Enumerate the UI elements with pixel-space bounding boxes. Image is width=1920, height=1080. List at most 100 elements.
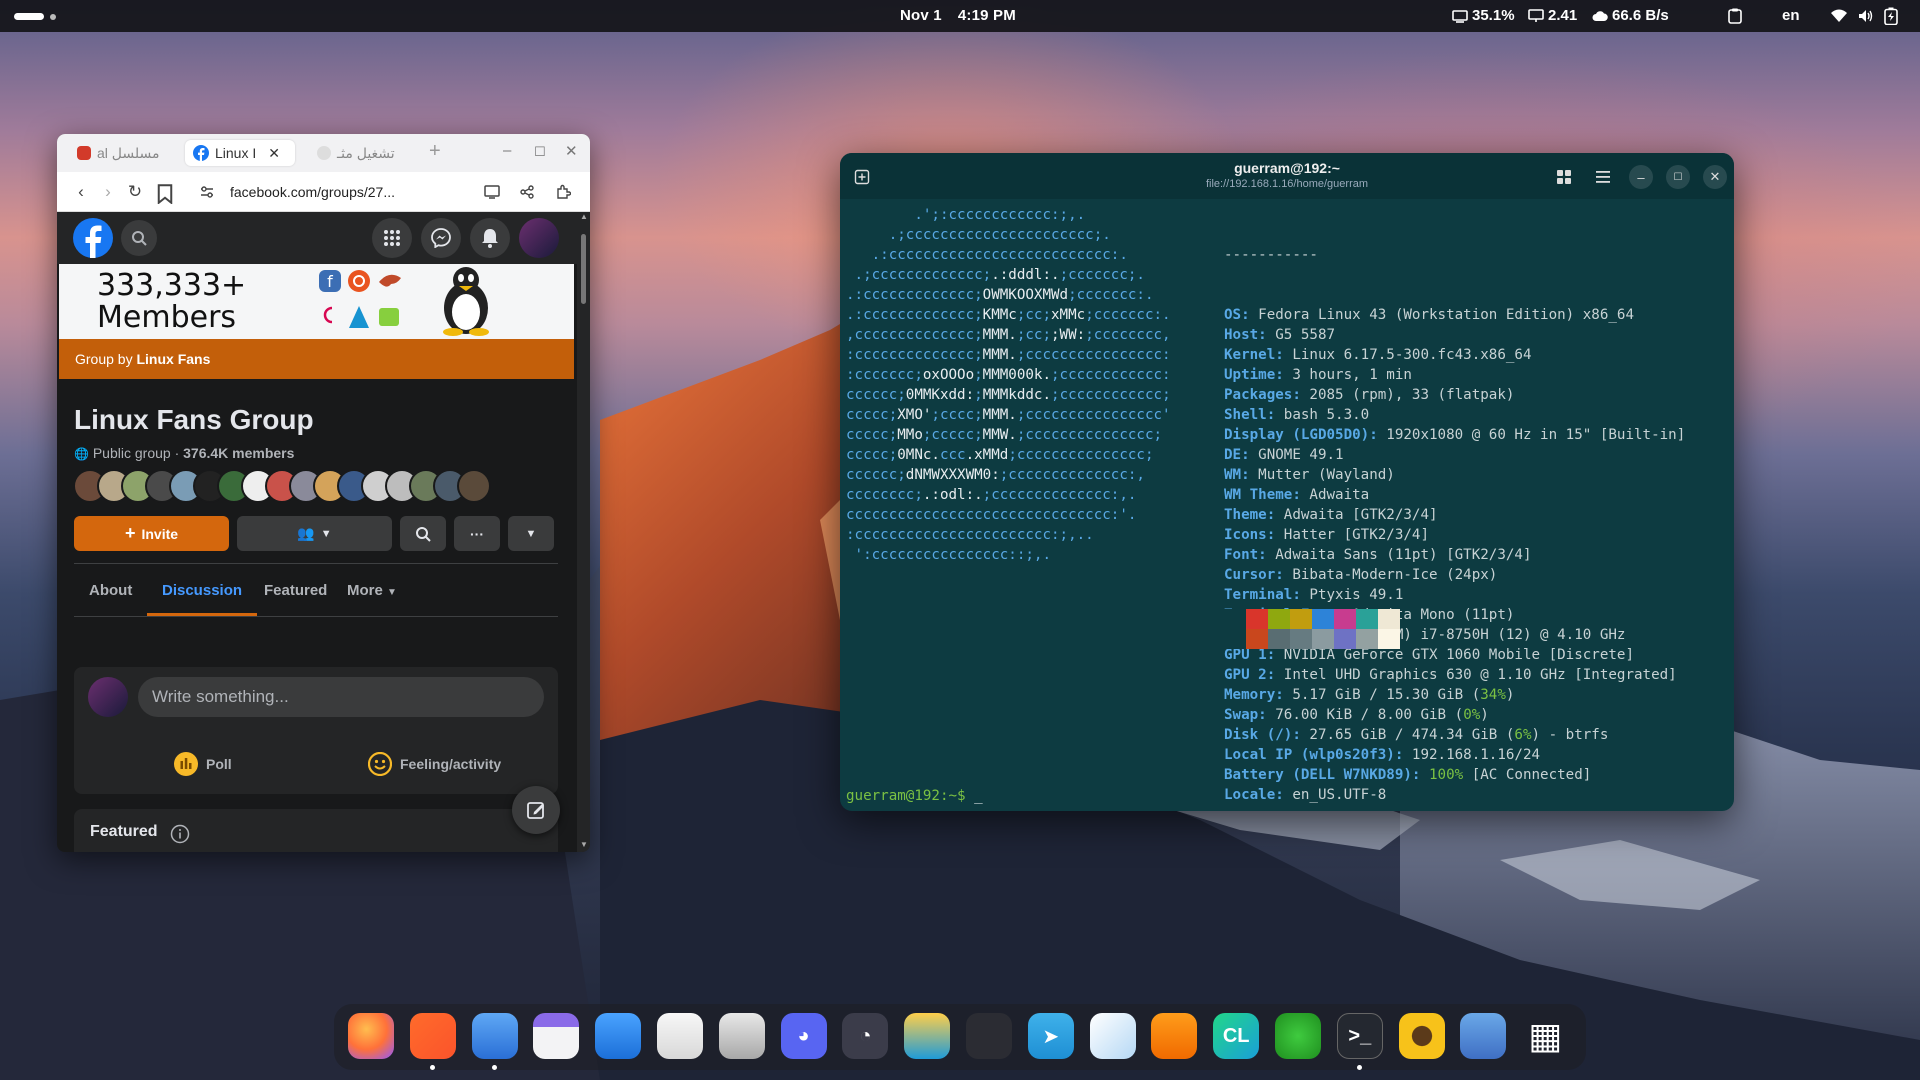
firefox-icon[interactable]: [348, 1013, 394, 1059]
feeling-activity-button[interactable]: Feeling/activity: [368, 752, 501, 776]
group-members-count[interactable]: 376.4K members: [183, 445, 294, 461]
group-actions: + Invite 👥 ▼ ··· ▼: [74, 516, 558, 551]
main-menu-button[interactable]: [1591, 165, 1615, 189]
scrollbar-thumb[interactable]: [581, 234, 586, 304]
tab-3[interactable]: تشغيل مثـ: [309, 140, 403, 166]
tab-1[interactable]: مسلسل al: [69, 140, 168, 166]
close-button[interactable]: ✕: [1703, 165, 1727, 189]
back-icon[interactable]: ‹: [71, 182, 91, 202]
new-tab-icon[interactable]: +: [429, 140, 441, 163]
group-search-button[interactable]: [400, 516, 446, 551]
info-key: Uptime:: [1224, 367, 1284, 383]
calculator-icon[interactable]: [718, 1013, 765, 1059]
poll-button[interactable]: Poll: [174, 752, 232, 776]
menu-grid-button[interactable]: [372, 218, 412, 258]
network-icon[interactable]: [1089, 1013, 1136, 1059]
tab-2[interactable]: Linux I ✕: [185, 140, 295, 166]
avatar[interactable]: [88, 677, 128, 717]
workspace-indicator[interactable]: [50, 14, 56, 20]
invite-button[interactable]: + Invite: [74, 516, 229, 551]
minimize-button[interactable]: –: [1629, 165, 1653, 189]
discord-icon[interactable]: ◕: [780, 1013, 827, 1059]
group-title[interactable]: Linux Fans Group: [74, 404, 314, 436]
cast-icon[interactable]: [484, 185, 500, 199]
tab-about[interactable]: About: [74, 566, 147, 616]
sunflower-icon[interactable]: [1398, 1013, 1445, 1059]
files-icon[interactable]: [471, 1013, 518, 1059]
collapse-button[interactable]: ▼: [508, 516, 554, 551]
clock-date: Nov 1: [900, 7, 942, 24]
workspace-indicator-active[interactable]: [14, 13, 44, 20]
forward-icon[interactable]: ›: [98, 182, 118, 202]
wifi-icon[interactable]: [1830, 9, 1848, 23]
palette-swatch: [1246, 629, 1268, 649]
messenger-button[interactable]: [421, 218, 461, 258]
clocks-icon[interactable]: ◔: [842, 1013, 889, 1059]
vlc-icon[interactable]: [1151, 1013, 1198, 1059]
profile-avatar[interactable]: [519, 218, 559, 258]
tab-discussion[interactable]: Discussion: [147, 566, 258, 616]
more-options-button[interactable]: ···: [454, 516, 500, 551]
joined-button[interactable]: 👥 ▼: [237, 516, 392, 551]
clion-icon[interactable]: CL: [1213, 1013, 1260, 1059]
app-grid-icon[interactable]: ▦: [1522, 1013, 1568, 1059]
new-post-fab[interactable]: [512, 786, 560, 834]
settings-icon[interactable]: [1460, 1013, 1507, 1059]
info-suffix: [AC Connected]: [1463, 767, 1592, 783]
info-icon[interactable]: [170, 824, 190, 844]
banner-members-text: 333,333+ Members: [97, 270, 246, 334]
group-by-name[interactable]: Linux Fans: [136, 351, 210, 367]
clock[interactable]: Nov 1 4:19 PM: [900, 7, 1032, 24]
share-icon[interactable]: [520, 185, 534, 199]
notifications-button[interactable]: [470, 218, 510, 258]
tab-overview-button[interactable]: [1552, 165, 1576, 189]
battery-icon[interactable]: [1884, 7, 1898, 25]
tab-more[interactable]: More ▼: [332, 566, 412, 616]
input-language[interactable]: en: [1782, 7, 1800, 24]
text-editor-icon[interactable]: [657, 1013, 703, 1059]
address-bar[interactable]: facebook.com/groups/27...: [192, 178, 476, 206]
telegram-icon[interactable]: ➤: [1027, 1013, 1074, 1059]
software-icon[interactable]: [595, 1013, 642, 1059]
maximize-icon: ☐: [1673, 171, 1683, 183]
terminal-window: guerram@192:~ file://192.168.1.16/home/g…: [840, 153, 1734, 811]
group-privacy[interactable]: Public group: [93, 445, 171, 461]
info-key: Theme:: [1224, 507, 1276, 523]
tab-featured[interactable]: Featured: [249, 566, 342, 616]
obs-icon[interactable]: [966, 1013, 1012, 1059]
info-value: en_US.UTF-8: [1283, 787, 1387, 803]
files-alt-icon[interactable]: [904, 1013, 951, 1059]
scroll-down-icon[interactable]: ▼: [580, 840, 588, 849]
info-key: OS:: [1224, 307, 1250, 323]
page-scrollbar[interactable]: ▲ ▼: [577, 212, 590, 852]
minimize-icon[interactable]: –: [503, 142, 511, 159]
member-avatar[interactable]: [457, 469, 491, 503]
shell-prompt[interactable]: guerram@192:~$ _: [846, 788, 983, 804]
brave-icon[interactable]: [409, 1013, 456, 1059]
search-button[interactable]: [121, 220, 157, 256]
info-key: Kernel:: [1224, 347, 1284, 363]
post-composer: Write something... Poll Feeling/activity: [74, 667, 558, 794]
close-icon: ✕: [1709, 169, 1721, 184]
close-window-icon[interactable]: ✕: [565, 142, 578, 160]
extensions-icon[interactable]: [555, 184, 571, 200]
facebook-logo-icon[interactable]: [73, 218, 113, 258]
network-speed-indicator[interactable]: 66.6 B/s: [1592, 7, 1669, 24]
bookmark-icon[interactable]: [155, 184, 175, 204]
reload-icon[interactable]: ↻: [125, 182, 145, 202]
cpu-indicator[interactable]: 35.1%: [1452, 7, 1515, 24]
load-indicator[interactable]: 2.41: [1528, 7, 1577, 24]
qbittorrent-icon[interactable]: [1275, 1013, 1321, 1059]
maximize-button[interactable]: ☐: [1666, 165, 1690, 189]
clipboard-icon[interactable]: [1727, 8, 1743, 24]
info-line: Host: G5 5587: [1224, 325, 1724, 345]
volume-icon[interactable]: [1858, 9, 1874, 23]
scroll-up-icon[interactable]: ▲: [580, 212, 588, 221]
calendar-icon[interactable]: [533, 1013, 580, 1059]
palette-swatch: [1268, 609, 1290, 629]
tab-close-icon[interactable]: ✕: [268, 145, 280, 162]
maximize-icon[interactable]: ☐: [534, 144, 546, 160]
site-settings-icon[interactable]: [200, 186, 214, 198]
terminal-icon[interactable]: >_: [1336, 1013, 1383, 1059]
composer-input[interactable]: Write something...: [138, 677, 544, 717]
